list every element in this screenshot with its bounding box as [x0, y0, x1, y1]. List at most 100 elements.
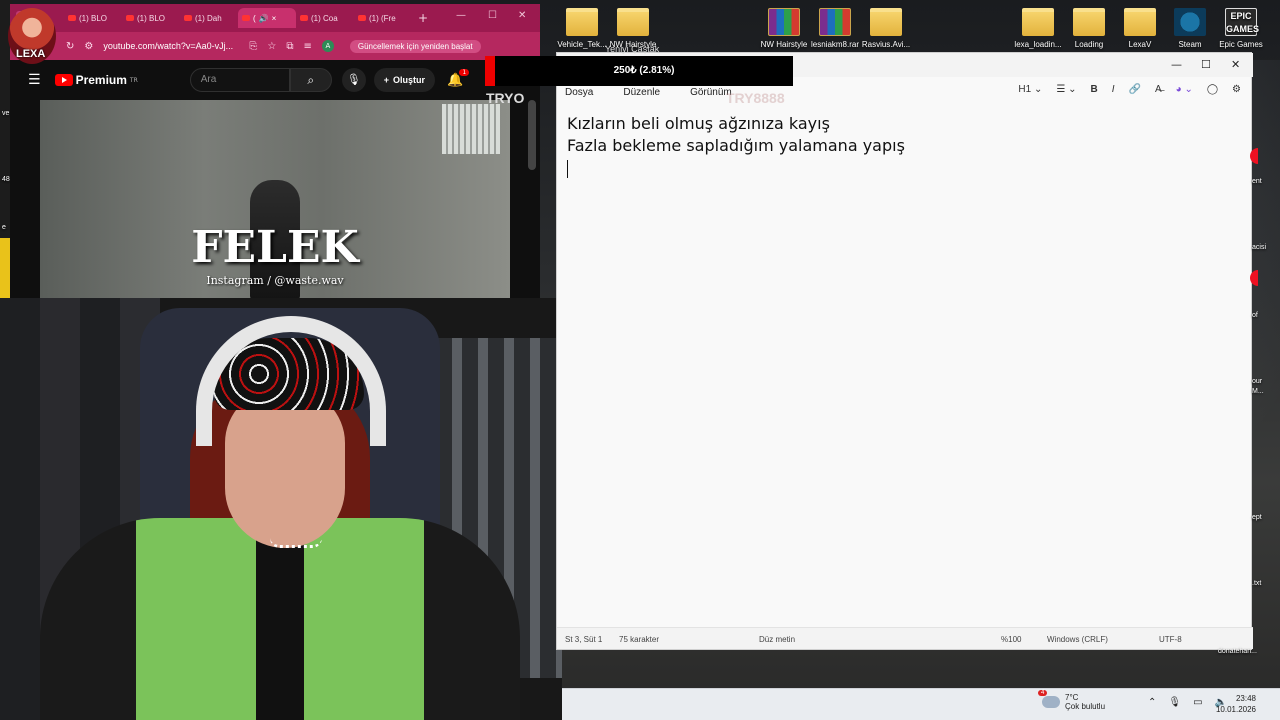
weather-widget[interactable]: 4 7°C Çok bulutlu [1038, 690, 1105, 711]
desktop-icon-label: Loading [1074, 40, 1104, 49]
taskbar: 4 7°C Çok bulutlu ⌃ 🎙 ▭ 🔈 23:48 10.01.20… [562, 688, 1280, 720]
link-icon[interactable]: 🔗 [1129, 84, 1141, 95]
clock-time: 23:48 [1235, 694, 1256, 703]
desktop-icon-label: LexaV [1128, 40, 1152, 49]
account-icon[interactable]: ◯ [1207, 84, 1218, 95]
tab-close-icon[interactable]: × [272, 14, 277, 23]
restart-to-update-button[interactable]: Güncellemek için yeniden başlat [349, 39, 481, 53]
weather-alert-badge: 4 [1038, 690, 1048, 696]
desktop-icon-epic-games[interactable]: EPIC GAMES Epic Games [1211, 8, 1271, 49]
winrar-archive-icon [819, 8, 851, 36]
create-label: Oluştur [393, 75, 426, 85]
settings-gear-icon[interactable]: ⚙ [1232, 84, 1241, 95]
video-title-overlay: FELEK [191, 222, 359, 273]
tab-label: (1) BLO [137, 13, 166, 23]
network-icon[interactable]: ▭ [1193, 697, 1202, 708]
search-input[interactable]: Ara [189, 68, 290, 92]
winrar-archive-icon [768, 8, 800, 36]
heading-select[interactable]: H1 ⌄ [1018, 84, 1042, 95]
url-input[interactable]: youtube.com/watch?v=Aa0-vJj... [103, 41, 239, 51]
youtube-play-icon [54, 74, 73, 86]
channel-tag: TRYO [486, 90, 525, 106]
media-controls-icon[interactable]: ≡ [303, 41, 311, 52]
webcam-streamer-jacket [40, 518, 520, 720]
browser-tab-active[interactable]: (🔊 × [238, 8, 296, 28]
scrollbar-thumb[interactable] [528, 100, 536, 170]
bold-icon[interactable]: B [1090, 84, 1097, 95]
menu-file[interactable]: Dosya [565, 87, 593, 98]
text-cursor [567, 160, 568, 178]
microphone-icon[interactable]: 🎙 [341, 68, 366, 92]
clear-format-icon[interactable]: A̶ [1155, 84, 1162, 95]
desktop-partial-label: Yeniyi Çaştak [605, 44, 660, 54]
desktop-icon-label: lesniakm8.rar [810, 40, 859, 49]
maximize-icon[interactable]: ☐ [1201, 58, 1211, 71]
desktop-icon-label: NW Hairstyle [760, 40, 808, 49]
profile-avatar[interactable]: A [321, 40, 334, 52]
browser-tab[interactable]: (1) BLO [64, 8, 122, 28]
close-icon[interactable]: ✕ [1231, 58, 1240, 71]
epic-games-icon: EPIC GAMES [1225, 8, 1259, 36]
right-edge-label: acisi [1252, 244, 1267, 251]
youtube-logo[interactable]: Premium TR [54, 73, 138, 87]
maximize-icon[interactable]: ☐ [488, 10, 497, 21]
browser-tab[interactable]: (1) Dah [180, 8, 238, 28]
folder-icon [1022, 8, 1054, 36]
extensions-icon[interactable]: ⧉ [286, 41, 293, 52]
taskbar-clock[interactable]: 23:48 10.01.2026 [1216, 693, 1256, 715]
notifications-bell-icon[interactable]: 🔔 1 [447, 68, 470, 88]
browser-tab[interactable]: (1) (Fre [354, 8, 412, 28]
right-edge-label: M... [1252, 388, 1264, 395]
youtube-favicon-icon [184, 15, 192, 21]
encoding[interactable]: UTF-8 [1159, 635, 1182, 644]
install-app-icon[interactable]: ⎘ [249, 41, 257, 52]
browser-tab[interactable]: (1) Coa [296, 8, 354, 28]
youtube-favicon-icon [242, 15, 250, 21]
tab-label: (1) BLO [79, 13, 108, 23]
menu-hamburger-icon[interactable]: ☰ [28, 72, 41, 88]
notepad-text-area[interactable]: Kızların beli olmuş ağzınıza kayış Fazla… [567, 113, 905, 184]
audio-playing-icon: 🔊 [258, 13, 269, 23]
browser-tab[interactable]: (1) BLO [122, 8, 180, 28]
video-player[interactable]: FELEK Instagram / @waste.wav [40, 100, 510, 300]
menu-edit[interactable]: Düzenle [623, 87, 660, 98]
folder-icon [1124, 8, 1156, 36]
notification-count-badge: 1 [459, 68, 470, 76]
character-count: 75 karakter [619, 635, 660, 644]
tab-label: (1) (Fre [369, 13, 396, 23]
right-edge-label: our [1252, 378, 1263, 385]
youtube-brand: Premium [75, 73, 127, 87]
steam-icon [1174, 8, 1206, 36]
bookmark-star-icon[interactable]: ☆ [267, 41, 276, 52]
reload-icon[interactable]: ↻ [66, 41, 74, 52]
chevron-up-icon[interactable]: ⌃ [1148, 697, 1156, 708]
folder-icon [1073, 8, 1105, 36]
microphone-icon[interactable]: 🎙 [1168, 697, 1181, 708]
site-info-icon[interactable]: ⚙ [84, 41, 93, 52]
copilot-icon[interactable]: ◕ ⌄ [1176, 84, 1193, 95]
minimize-icon[interactable]: — [456, 10, 466, 21]
desktop-icon-label: Steam [1178, 40, 1202, 49]
desktop-icon-rasvius-folder[interactable]: Rasvius.Avi... [856, 8, 916, 49]
heading-level: H1 [1018, 84, 1032, 95]
italic-icon[interactable]: I [1112, 84, 1115, 95]
desktop-icon-label: Rasvius.Avi... [861, 40, 911, 49]
list-icon[interactable]: ☰ ⌄ [1056, 84, 1076, 95]
youtube-header: ☰ Premium TR Ara ⌕ 🎙 + Oluştur 🔔 1 [10, 60, 540, 100]
new-tab-button[interactable]: + [418, 11, 428, 25]
text-line: Fazla bekleme sapladığım yalamana yapış [567, 136, 905, 155]
text-line: Kızların beli olmuş ağzınıza kayış [567, 114, 830, 133]
right-edge-label: ent [1252, 178, 1262, 185]
search-icon[interactable]: ⌕ [289, 68, 332, 92]
browser-window: ▾ (1) BLO (1) BLO (1) Dah (🔊× (1) Coa (1… [10, 4, 540, 300]
create-button[interactable]: + Oluştur [373, 68, 436, 92]
line-ending[interactable]: Windows (CRLF) [1047, 635, 1108, 644]
folder-icon [566, 8, 598, 36]
desktop-icon-hairstyle-folder[interactable]: NW Hairstyle [603, 8, 663, 49]
close-icon[interactable]: ✕ [518, 10, 526, 21]
minimize-icon[interactable]: — [1171, 58, 1182, 71]
zoom-level[interactable]: %100 [1001, 635, 1021, 644]
region-code: TR [129, 76, 138, 84]
youtube-favicon-icon [358, 15, 366, 21]
text-mode[interactable]: Düz metin [759, 635, 795, 644]
